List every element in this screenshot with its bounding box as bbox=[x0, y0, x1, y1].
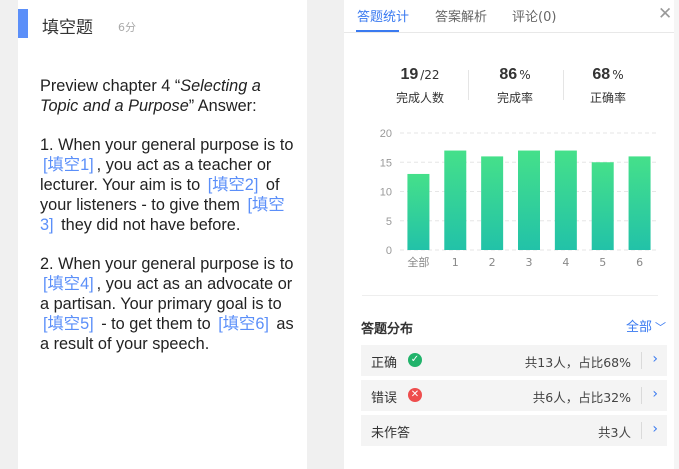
y-tick-label: 15 bbox=[380, 157, 392, 169]
blank-1[interactable]: [填空1] bbox=[40, 156, 97, 174]
stat-accuracy-value: 68 bbox=[592, 66, 611, 83]
stat-done-unit: /22 bbox=[420, 68, 440, 82]
question-header: 填空题 6分 bbox=[18, 0, 307, 46]
blank-6[interactable]: [填空6] bbox=[215, 315, 272, 333]
row-label: 未作答 bbox=[371, 426, 411, 441]
chevron-down-icon: ﹀ bbox=[655, 321, 667, 334]
row-count: 共3人 bbox=[598, 425, 631, 440]
distribution-filter-label: 全部 bbox=[626, 320, 653, 335]
chart-bar[interactable] bbox=[481, 156, 504, 250]
distribution-row-correct[interactable]: 正确 ✓ 共13人，占比68% › bbox=[361, 345, 667, 376]
paragraph-text: they did not have before. bbox=[56, 216, 241, 234]
tab-comments[interactable]: 评论(0) bbox=[512, 6, 556, 25]
paragraph-text: 1. When your general purpose is to bbox=[40, 136, 294, 154]
row-divider bbox=[641, 387, 642, 404]
x-circle-icon: ✕ bbox=[408, 388, 422, 402]
paragraph-text: 2. When your general purpose is to bbox=[40, 255, 294, 273]
question-body: Preview chapter 4 “Selecting a Topic and… bbox=[40, 76, 298, 354]
row-label: 错误 bbox=[371, 391, 398, 406]
check-circle-icon: ✓ bbox=[408, 353, 422, 367]
chart-bar[interactable] bbox=[518, 150, 540, 250]
x-tick-label: 1 bbox=[452, 256, 459, 269]
answer-chart: 0 5 10 15 20 全部 1 2 3 4 5 6 bbox=[380, 128, 658, 269]
chevron-right-icon[interactable]: › bbox=[652, 386, 658, 402]
question-accent-bar bbox=[18, 9, 28, 38]
blank-2[interactable]: [填空2] bbox=[205, 176, 262, 194]
stat-completion-label: 完成率 bbox=[496, 91, 533, 105]
stat-done: 19/22 完成人数 bbox=[375, 64, 465, 106]
question-score: 6分 bbox=[118, 21, 136, 34]
stat-completion: 86% 完成率 bbox=[470, 64, 560, 106]
tab-analysis[interactable]: 答案解析 bbox=[435, 6, 487, 25]
stat-completion-value: 86 bbox=[499, 66, 518, 83]
tab-bar: 答题统计 答案解析 评论(0) ✕ bbox=[344, 0, 679, 33]
stat-done-label: 完成人数 bbox=[395, 91, 444, 105]
paragraph-text: - to get them to bbox=[96, 315, 216, 333]
row-count: 共13人，占比68% bbox=[524, 355, 631, 370]
close-icon[interactable]: ✕ bbox=[658, 4, 672, 24]
row-label: 正确 bbox=[371, 356, 398, 371]
y-tick-label: 5 bbox=[386, 216, 392, 228]
blank-5[interactable]: [填空5] bbox=[40, 315, 97, 333]
question-type-title: 填空题 bbox=[42, 18, 93, 38]
intro-prefix: Preview chapter 4 “ bbox=[40, 77, 181, 95]
question-panel: 填空题 6分 Preview chapter 4 “Selecting a To… bbox=[18, 0, 307, 469]
active-tab-indicator bbox=[356, 30, 399, 32]
y-tick-label: 0 bbox=[386, 245, 392, 257]
stat-accuracy-label: 正确率 bbox=[589, 91, 626, 105]
row-divider bbox=[641, 352, 642, 369]
row-count: 共6人，占比32% bbox=[532, 390, 631, 405]
x-tick-label: 4 bbox=[562, 256, 569, 269]
stat-done-value: 19 bbox=[400, 66, 419, 83]
distribution-row-wrong[interactable]: 错误 ✕ 共6人，占比32% › bbox=[361, 380, 667, 411]
chart-bar[interactable] bbox=[628, 156, 651, 250]
stats-panel: 答题统计 答案解析 评论(0) ✕ 19/22 完成人数 86% 完成率 68%… bbox=[344, 0, 679, 469]
stat-accuracy: 68% 正确率 bbox=[563, 64, 653, 106]
blank-4[interactable]: [填空4] bbox=[40, 275, 97, 293]
question-paragraph-1: 1. When your general purpose is to [填空1]… bbox=[40, 135, 298, 235]
row-divider bbox=[641, 422, 642, 439]
scrollbar[interactable] bbox=[674, 0, 679, 469]
tab-stats[interactable]: 答题统计 bbox=[357, 6, 409, 25]
stat-completion-unit: % bbox=[519, 68, 531, 82]
stat-divider bbox=[468, 70, 469, 100]
stat-accuracy-unit: % bbox=[612, 68, 624, 82]
distribution-row-unanswered[interactable]: 未作答 共3人 › bbox=[361, 415, 667, 446]
distribution-title: 答题分布 bbox=[361, 322, 414, 337]
chart-bar[interactable] bbox=[554, 150, 577, 250]
question-paragraph-2: 2. When your general purpose is to [填空4]… bbox=[40, 254, 298, 354]
x-tick-label: 全部 bbox=[407, 255, 429, 269]
y-tick-label: 10 bbox=[380, 187, 392, 199]
y-tick-label: 20 bbox=[380, 128, 392, 140]
chart-bar[interactable] bbox=[407, 173, 430, 250]
chart-bar[interactable] bbox=[591, 162, 614, 250]
x-tick-label: 6 bbox=[636, 256, 643, 269]
question-intro: Preview chapter 4 “Selecting a Topic and… bbox=[40, 76, 298, 116]
x-tick-label: 2 bbox=[489, 256, 496, 269]
intro-suffix: ” Answer: bbox=[188, 97, 257, 115]
chart-bar[interactable] bbox=[444, 150, 467, 250]
x-tick-label: 5 bbox=[599, 256, 606, 269]
distribution-filter[interactable]: 全部 ﹀ bbox=[626, 316, 666, 335]
section-divider bbox=[362, 295, 658, 296]
chevron-right-icon[interactable]: › bbox=[652, 421, 658, 437]
chevron-right-icon[interactable]: › bbox=[652, 351, 658, 367]
x-tick-label: 3 bbox=[526, 256, 533, 269]
